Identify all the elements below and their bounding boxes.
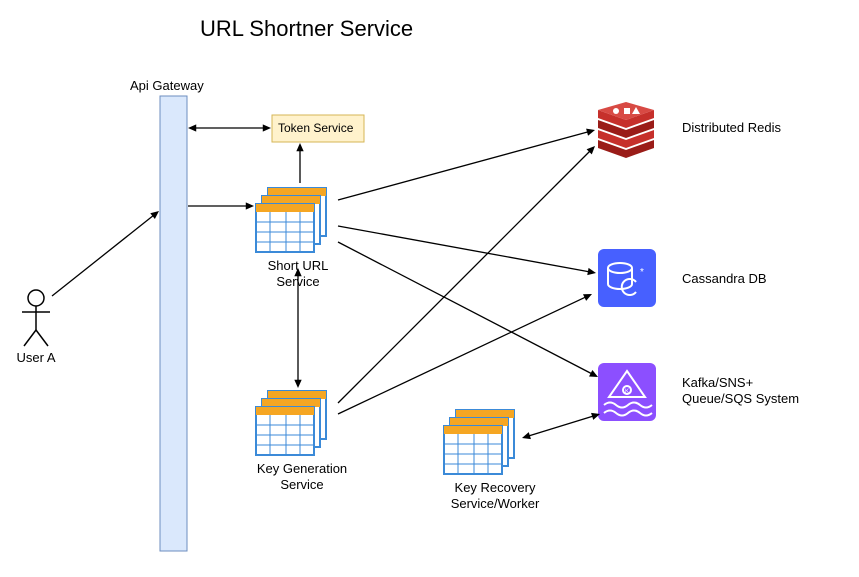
- short-url-service-icon: [256, 188, 326, 252]
- redis-icon: [598, 102, 654, 158]
- arrow-layer: * K: [0, 0, 859, 577]
- key-generation-service-label: Key Generation Service: [252, 461, 352, 492]
- svg-text:K: K: [625, 389, 629, 395]
- shorturl-to-redis: [338, 129, 595, 200]
- token-service-label: Token Service: [278, 121, 353, 135]
- api-gateway-box: [160, 96, 187, 551]
- key-recovery-service-label: Key Recovery Service/Worker: [440, 480, 550, 511]
- user-icon: [22, 290, 50, 346]
- svg-text:*: *: [640, 267, 644, 278]
- keygen-to-redis: [338, 146, 595, 403]
- redis-label: Distributed Redis: [682, 120, 781, 136]
- cassandra-label: Cassandra DB: [682, 271, 767, 287]
- short-url-service-label: Short URL Service: [261, 258, 335, 289]
- kafka-to-keyrecovery: [522, 413, 600, 439]
- cassandra-icon: *: [598, 249, 656, 307]
- kafka-label: Kafka/SNS+ Queue/SQS System: [682, 375, 802, 406]
- api-gateway-label: Api Gateway: [130, 78, 204, 94]
- shorturl-to-cassandra: [338, 226, 596, 275]
- key-recovery-service-icon: [444, 410, 514, 474]
- gateway-to-shorturl: [188, 202, 254, 209]
- diagram-canvas: URL Shortner Service: [0, 0, 859, 577]
- user-label: User A: [14, 350, 58, 366]
- shorturl-to-token: [296, 143, 303, 183]
- user-to-gateway: [52, 211, 159, 296]
- key-generation-service-icon: [256, 391, 326, 455]
- kafka-icon: K: [598, 363, 656, 421]
- gateway-to-token: [188, 124, 271, 131]
